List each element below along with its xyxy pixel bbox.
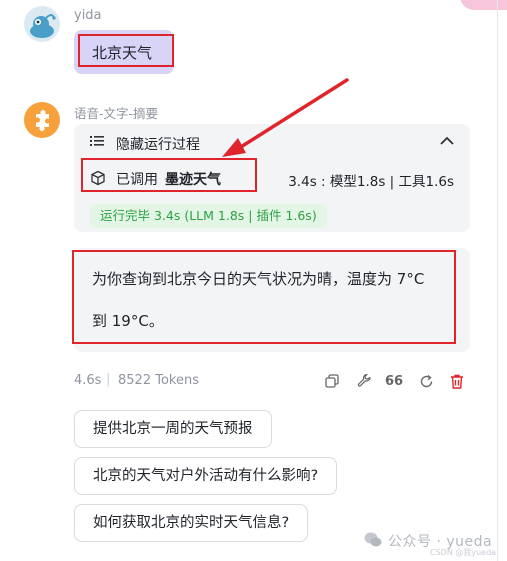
watermark-small-text: CSDN @我yueda xyxy=(430,548,497,557)
annotation-arrow xyxy=(222,78,349,157)
wechat-icon xyxy=(364,532,382,548)
